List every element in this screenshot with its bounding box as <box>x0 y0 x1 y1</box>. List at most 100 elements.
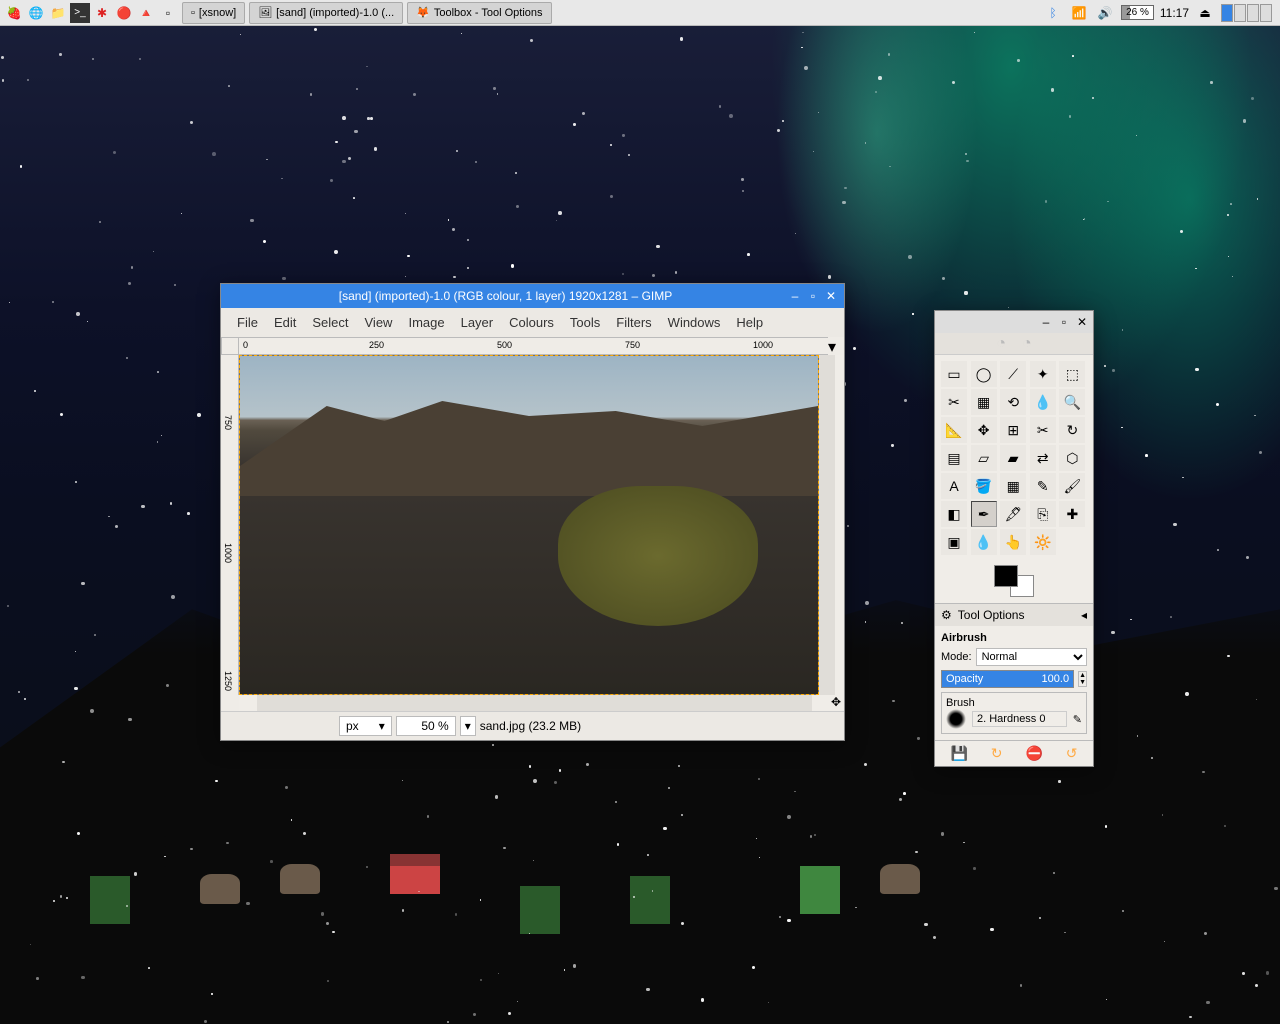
minimize-button[interactable]: – <box>1039 315 1053 329</box>
brush-selector[interactable]: Brush 2. Hardness 0 ✎ <box>941 692 1087 734</box>
menu-file[interactable]: File <box>229 312 266 333</box>
tool-airbrush[interactable]: ✒ <box>971 501 997 527</box>
tool-dodge[interactable]: 🔆 <box>1030 529 1056 555</box>
tool-bucket[interactable]: 🪣 <box>971 473 997 499</box>
menu-image[interactable]: Image <box>400 312 452 333</box>
fg-bg-color[interactable] <box>994 565 1034 597</box>
menu-windows[interactable]: Windows <box>660 312 729 333</box>
tool-zoom[interactable]: 🔍 <box>1059 389 1085 415</box>
games-icon[interactable]: 🔴 <box>114 3 134 23</box>
tool-shear[interactable]: ▱ <box>971 445 997 471</box>
maximize-button[interactable]: ▫ <box>1057 315 1071 329</box>
maximize-button[interactable]: ▫ <box>806 289 820 303</box>
tool-perspective[interactable]: ▰ <box>1000 445 1026 471</box>
close-button[interactable]: ✕ <box>824 289 838 303</box>
tool-eraser[interactable]: ◧ <box>941 501 967 527</box>
cpu-monitor[interactable] <box>1221 4 1272 22</box>
restore-preset-icon[interactable]: ↻ <box>991 745 1003 762</box>
detach-icon[interactable]: ◂ <box>1081 608 1087 622</box>
tool-align[interactable]: ⊞ <box>1000 417 1026 443</box>
tool-perspective-clone[interactable]: ▣ <box>941 529 967 555</box>
close-button[interactable]: ✕ <box>1075 315 1089 329</box>
spin-up[interactable]: ▲ <box>1079 672 1086 679</box>
reset-icon[interactable]: ↺ <box>1066 745 1078 762</box>
opacity-label: Opacity <box>946 673 983 685</box>
mode-select[interactable]: Normal <box>976 648 1087 666</box>
image-canvas[interactable] <box>239 355 819 695</box>
zoom-field[interactable]: 50 % <box>396 716 456 736</box>
xsnow-tree <box>520 854 560 934</box>
battery-indicator[interactable]: 26 % <box>1121 5 1154 20</box>
taskbar-task-gimp-toolbox[interactable]: 🦊 Toolbox - Tool Options <box>407 2 551 24</box>
menu-colours[interactable]: Colours <box>501 312 562 333</box>
window-title: [sand] (imported)-1.0 (RGB colour, 1 lay… <box>227 289 784 303</box>
opacity-slider[interactable]: Opacity 100.0 <box>941 670 1074 688</box>
app-icon[interactable]: ▫ <box>158 3 178 23</box>
menu-edit[interactable]: Edit <box>266 312 304 333</box>
tool-flip[interactable]: ⇄ <box>1030 445 1056 471</box>
menu-layer[interactable]: Layer <box>453 312 502 333</box>
clock[interactable]: 11:17 <box>1160 6 1189 20</box>
taskbar-task-xsnow[interactable]: ▫ [xsnow] <box>182 2 245 24</box>
tool-blend[interactable]: ▦ <box>1000 473 1026 499</box>
foreground-color[interactable] <box>994 565 1018 587</box>
tool-measure[interactable]: 📐 <box>941 417 967 443</box>
spin-down[interactable]: ▼ <box>1079 679 1086 686</box>
tool-cage[interactable]: ⬡ <box>1059 445 1085 471</box>
horizontal-scrollbar[interactable] <box>257 695 812 711</box>
file-manager-icon[interactable]: 📁 <box>48 3 68 23</box>
tool-crop[interactable]: ✂ <box>1030 417 1056 443</box>
tool-options-header[interactable]: ⚙ Tool Options ◂ <box>935 603 1093 626</box>
tool-fg-select[interactable]: ▦ <box>971 389 997 415</box>
brush-edit-icon[interactable]: ✎ <box>1073 713 1082 726</box>
menu-tools[interactable]: Tools <box>562 312 608 333</box>
nav-toggle[interactable]: ▾ <box>828 337 844 355</box>
terminal-icon[interactable]: >_ <box>70 3 90 23</box>
tool-rotate[interactable]: ↻ <box>1059 417 1085 443</box>
unit-selector[interactable]: px ▾ <box>339 716 392 736</box>
tool-clone[interactable]: ⎘ <box>1030 501 1056 527</box>
window-titlebar[interactable]: – ▫ ✕ <box>935 311 1093 333</box>
tool-rect-select[interactable]: ▭ <box>941 361 967 387</box>
tool-free-select[interactable]: ⟋ <box>1000 361 1026 387</box>
volume-icon[interactable]: 🔊 <box>1095 3 1115 23</box>
web-browser-icon[interactable]: 🌐 <box>26 3 46 23</box>
tool-scale[interactable]: ▤ <box>941 445 967 471</box>
tool-move[interactable]: ✥ <box>971 417 997 443</box>
menu-help[interactable]: Help <box>728 312 771 333</box>
tool-paintbrush[interactable]: 🖌 <box>1059 473 1085 499</box>
tool-ellipse-select[interactable]: ◯ <box>971 361 997 387</box>
tool-ink[interactable]: 🖋 <box>1000 501 1026 527</box>
tool-smudge[interactable]: 👆 <box>1000 529 1026 555</box>
minimize-button[interactable]: – <box>788 289 802 303</box>
tool-text[interactable]: A <box>941 473 967 499</box>
save-preset-icon[interactable]: 💾 <box>950 745 967 762</box>
raspberry-menu-icon[interactable]: 🍓 <box>4 3 24 23</box>
ruler-horizontal[interactable]: 0 250 500 750 1000 <box>239 337 828 355</box>
eject-icon[interactable]: ⏏ <box>1195 3 1215 23</box>
chevron-down-icon[interactable]: ▾ <box>460 716 476 736</box>
bluetooth-icon[interactable]: ᛒ <box>1043 3 1063 23</box>
tool-color-select[interactable]: ⬚ <box>1059 361 1085 387</box>
menu-select[interactable]: Select <box>304 312 356 333</box>
mode-label: Mode: <box>941 651 972 663</box>
tool-scissors[interactable]: ✂ <box>941 389 967 415</box>
vertical-scrollbar[interactable] <box>819 355 835 695</box>
tool-paths[interactable]: ⟲ <box>1000 389 1026 415</box>
nav-button[interactable]: ✥ <box>828 695 844 711</box>
window-titlebar[interactable]: [sand] (imported)-1.0 (RGB colour, 1 lay… <box>221 284 844 308</box>
tool-fuzzy-select[interactable]: ✦ <box>1030 361 1056 387</box>
wifi-icon[interactable]: 📶 <box>1069 3 1089 23</box>
tool-blur[interactable]: 💧 <box>971 529 997 555</box>
menu-view[interactable]: View <box>357 312 401 333</box>
delete-preset-icon[interactable]: ⛔ <box>1025 745 1042 762</box>
taskbar-task-gimp-image[interactable]: 🖼 [sand] (imported)-1.0 (... <box>249 2 403 24</box>
tool-heal[interactable]: ✚ <box>1059 501 1085 527</box>
tool-pencil[interactable]: ✎ <box>1030 473 1056 499</box>
menu-filters[interactable]: Filters <box>608 312 659 333</box>
tool-color-picker[interactable]: 💧 <box>1030 389 1056 415</box>
mathematica-icon[interactable]: ✱ <box>92 3 112 23</box>
task-icon: ▫ <box>191 7 195 19</box>
ruler-vertical[interactable]: 750 1000 1250 <box>221 355 239 695</box>
vlc-icon[interactable]: 🔺 <box>136 3 156 23</box>
